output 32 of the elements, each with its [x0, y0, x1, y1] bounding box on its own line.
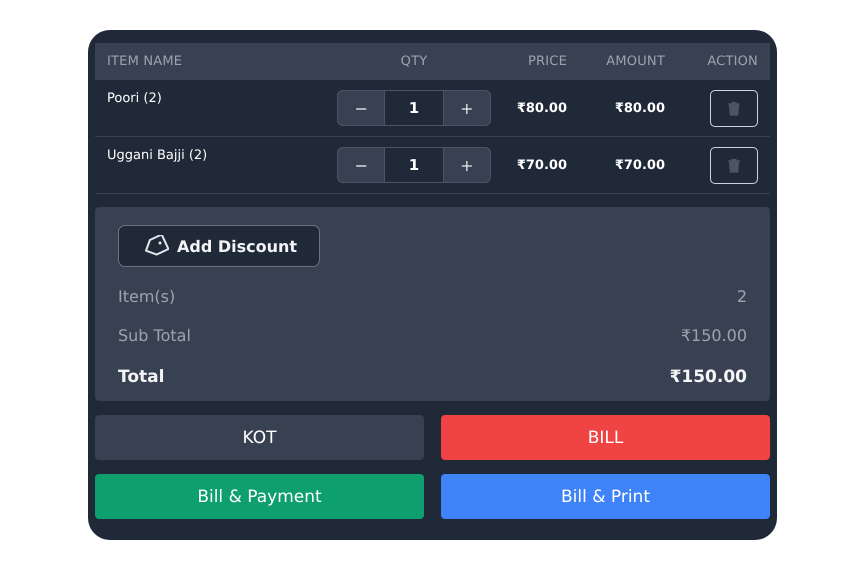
action-button[interactable]: Bill & Print [441, 474, 770, 519]
quantity-value[interactable]: 1 [384, 148, 444, 182]
decrease-button[interactable]: − [338, 91, 384, 125]
item-name: Uggani Bajji (2) [107, 148, 208, 163]
item-name: Poori (2) [107, 91, 163, 106]
increase-button[interactable]: + [444, 148, 490, 182]
summary-label: Sub Total [118, 326, 191, 345]
item-amount: ₹80.00 [614, 100, 665, 116]
column-header: QTY [400, 54, 428, 69]
item-amount: ₹70.00 [614, 158, 665, 172]
delete-button[interactable] [710, 90, 758, 126]
summary-label: Total [118, 367, 164, 387]
item-price: ₹80.00 [516, 100, 567, 116]
summary-value: ₹150.00 [670, 367, 747, 387]
tag-icon [143, 235, 169, 257]
action-button[interactable]: BILL [441, 415, 770, 460]
trash-icon [727, 100, 741, 116]
column-header: AMOUNT [605, 54, 665, 69]
quantity-value[interactable]: 1 [384, 91, 444, 125]
action-button[interactable]: KOT [95, 415, 424, 460]
column-header: ITEM NAME [107, 54, 184, 69]
decrease-button[interactable]: − [338, 148, 384, 182]
column-header: PRICE [527, 54, 567, 69]
delete-button[interactable] [710, 146, 758, 184]
summary-value: ₹150.00 [680, 326, 747, 345]
summary-label: Item(s) [118, 287, 176, 306]
increase-button[interactable]: + [444, 91, 490, 125]
item-price: ₹70.00 [516, 158, 567, 172]
summary-value: 2 [736, 287, 747, 306]
trash-icon [727, 158, 741, 172]
add-discount-button[interactable]: Add Discount [118, 225, 320, 267]
column-header: ACTION [706, 54, 758, 69]
